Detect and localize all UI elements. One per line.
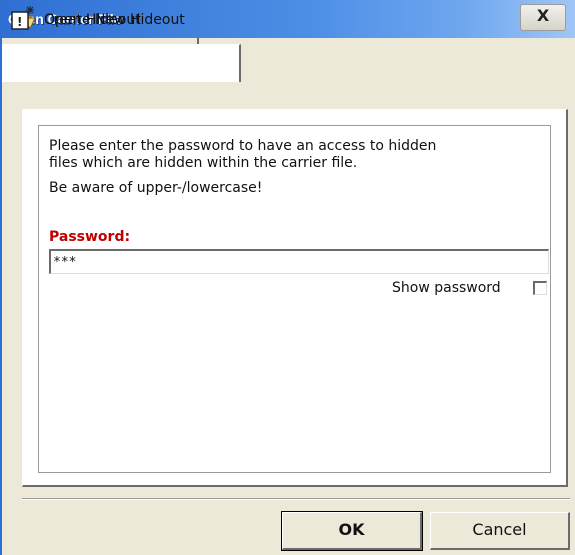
show-password-checkbox[interactable] [533,281,547,295]
password-label: Password: [49,229,131,245]
password-field[interactable] [49,249,549,274]
open-carrier-file-dialog: Open Carrier File X Open Hideout ! Creat… [0,0,575,555]
instructions-text-line2: files which are hidden within the carrie… [49,155,358,171]
tab-create-new-hideout[interactable]: ! Create New Hideout [0,6,241,82]
show-password-label[interactable]: Show password [392,280,501,296]
ok-button[interactable]: OK [281,511,423,551]
window-frame-left [0,38,2,555]
cancel-button[interactable]: Cancel [430,512,570,550]
password-group-box: Please enter the password to have an acc… [38,125,551,473]
new-document-icon: ! [10,5,36,35]
close-button[interactable]: X [520,4,566,31]
case-warning-text: Be aware of upper-/lowercase! [49,180,263,196]
button-separator [22,498,570,500]
instructions-text-line1: Please enter the password to have an acc… [49,138,437,154]
tab-panel: Please enter the password to have an acc… [22,109,568,487]
svg-text:!: ! [17,15,22,29]
close-icon: X [536,6,550,25]
tab-create-new-hideout-label: Create New Hideout [44,12,185,28]
